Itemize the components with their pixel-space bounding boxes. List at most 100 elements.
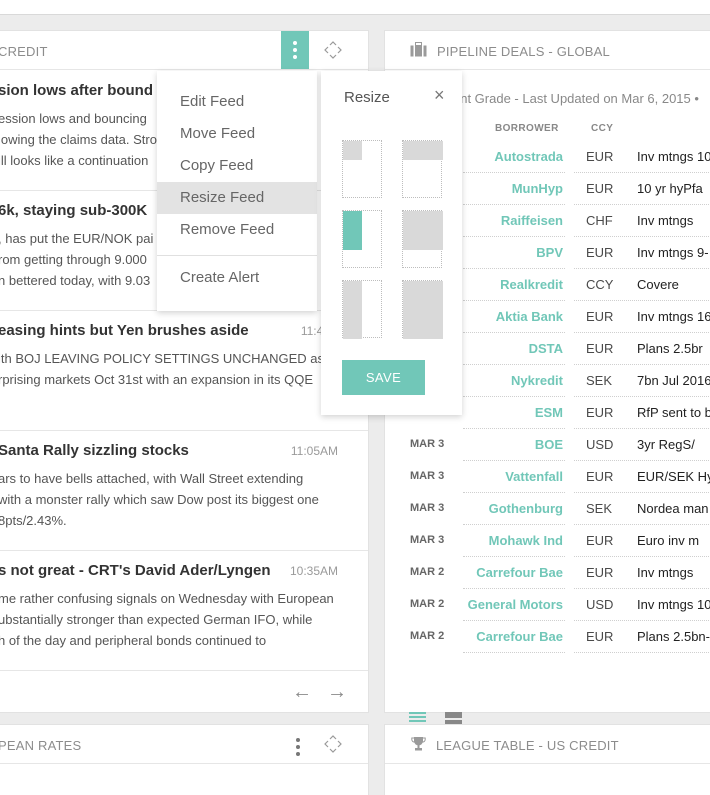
table-row[interactable]: MAR 3 Mohawk Ind EUR Euro inv m <box>385 525 710 557</box>
deal-currency: EUR <box>586 149 614 164</box>
borrower-link[interactable]: BOE <box>535 437 563 452</box>
borrower-column-header[interactable]: BORROWER <box>495 123 559 134</box>
deal-terms: Inv mtngs <box>637 213 694 228</box>
deal-terms: 10 yr hyPfa <box>637 181 703 196</box>
menu-item-label: Copy Feed <box>180 157 254 174</box>
news-snippet-line: me rather confusing signals on Wednesday… <box>0 591 334 606</box>
resize-popover: Resize × SAVE <box>321 71 462 415</box>
more-vertical-icon <box>293 41 297 62</box>
deal-terms: Inv mtngs <box>637 565 694 580</box>
news-snippet-line: rom getting through 9.000 <box>0 252 147 267</box>
pipeline-panel-title: PIPELINE DEALS - GLOBAL <box>437 44 610 59</box>
borrower-link[interactable]: Carrefour Bae <box>476 565 563 580</box>
resize-option-large-wide[interactable] <box>402 280 443 339</box>
news-snippet-line: 8pts/2.43%. <box>0 513 67 528</box>
borrower-link[interactable]: Vattenfall <box>505 469 563 484</box>
save-button[interactable]: SAVE <box>342 360 425 395</box>
table-row[interactable]: MAR 2 Carrefour Bae EUR Inv mtngs <box>385 557 710 589</box>
resize-option-medium-wide[interactable] <box>402 210 443 268</box>
trophy-icon <box>411 737 426 751</box>
league-panel-header: LEAGUE TABLE - US CREDIT <box>385 725 710 764</box>
resize-option-small-wide[interactable] <box>402 140 443 198</box>
news-snippet-line: , has put the EUR/NOK pai <box>0 231 154 246</box>
borrower-link[interactable]: DSTA <box>529 341 563 356</box>
deal-date: MAR 3 <box>410 502 445 514</box>
news-snippet-line: ession lows and bouncing <box>0 111 147 126</box>
borrower-link[interactable]: General Motors <box>468 597 563 612</box>
borrower-link[interactable]: Autostrada <box>494 149 563 164</box>
table-row[interactable]: MAR 3 BOE USD 3yr RegS/ <box>385 429 710 461</box>
borrower-link[interactable]: ESM <box>535 405 563 420</box>
menu-item-edit-feed[interactable]: Edit Feed <box>157 86 317 118</box>
borrower-link[interactable]: Carrefour Bae <box>476 629 563 644</box>
prev-page-arrow-icon[interactable]: ← <box>292 681 312 704</box>
deal-currency: SEK <box>586 501 613 516</box>
news-snippet-line: ars to have bells attached, with Wall St… <box>0 471 304 486</box>
table-row[interactable]: MAR 3 Vattenfall EUR EUR/SEK Hyb <box>385 461 710 493</box>
ccy-column-header[interactable]: CCY <box>591 123 613 134</box>
borrower-link[interactable]: Mohawk Ind <box>489 533 563 548</box>
news-snippet: ars to have bells attached, with Wall St… <box>0 468 319 531</box>
deal-currency: EUR <box>586 245 614 260</box>
compact-view-icon[interactable] <box>445 712 462 726</box>
credit-panel-title: CREDIT <box>0 44 48 59</box>
europe-panel-title: PEAN RATES <box>0 738 82 753</box>
news-headline: 6k, staying sub-300K <box>0 202 148 219</box>
menu-item-resize-feed[interactable]: Resize Feed <box>157 182 317 214</box>
news-headline: easing hints but Yen brushes aside <box>0 322 249 339</box>
list-view-icon[interactable] <box>409 712 426 726</box>
move-arrows-icon[interactable] <box>324 735 342 753</box>
news-time: 10:35AM <box>289 564 338 578</box>
deal-terms: 3yr RegS/ <box>637 437 695 452</box>
menu-item-move-feed[interactable]: Move Feed <box>157 118 317 150</box>
deal-currency: USD <box>586 597 614 612</box>
borrower-link[interactable]: MunHyp <box>512 181 563 196</box>
menu-item-copy-feed[interactable]: Copy Feed <box>157 150 317 182</box>
menu-item-label: Remove Feed <box>180 221 275 238</box>
menu-item-label: Edit Feed <box>180 93 245 110</box>
news-snippet: me rather confusing signals on Wednesday… <box>0 588 334 651</box>
news-item[interactable]: s not great - CRT's David Ader/Lyngen 10:… <box>0 550 368 671</box>
borrower-link[interactable]: Gothenburg <box>489 501 563 516</box>
resize-option-large-narrow[interactable] <box>342 280 382 339</box>
table-row[interactable]: MAR 2 Carrefour Bae EUR Plans 2.5bn- <box>385 621 710 653</box>
deal-currency: EUR <box>586 181 614 196</box>
menu-item-create-alert[interactable]: Create Alert <box>157 262 317 294</box>
deal-date: MAR 2 <box>410 566 445 578</box>
resize-title: Resize <box>344 89 390 106</box>
feed-menu-button[interactable] <box>281 31 309 69</box>
borrower-link[interactable]: Realkredit <box>500 277 563 292</box>
move-arrows-icon[interactable] <box>324 41 342 59</box>
deal-currency: USD <box>586 437 614 452</box>
more-vertical-icon[interactable] <box>296 738 300 759</box>
table-row[interactable]: MAR 2 General Motors USD Inv mtngs 10 <box>385 589 710 621</box>
deal-currency: EUR <box>586 629 614 644</box>
next-page-arrow-icon[interactable]: → <box>327 681 347 704</box>
deal-currency: EUR <box>586 341 614 356</box>
deal-terms: EUR/SEK Hyb <box>637 469 710 484</box>
borrower-link[interactable]: Aktia Bank <box>496 309 563 324</box>
news-headline: Santa Rally sizzling stocks <box>0 442 189 459</box>
news-headline: sion lows after bound at <box>0 82 171 99</box>
borrower-link[interactable]: Raiffeisen <box>501 213 563 228</box>
feed-context-menu: Edit Feed Move Feed Copy Feed Resize Feed Re… <box>157 71 317 311</box>
borrower-link[interactable]: BPV <box>536 245 563 260</box>
resize-option-medium-narrow[interactable] <box>342 210 382 268</box>
menu-item-remove-feed[interactable]: Remove Feed <box>157 214 317 246</box>
close-icon[interactable]: × <box>434 85 445 106</box>
deal-terms: Inv mtngs 10 <box>637 597 710 612</box>
borrower-link[interactable]: Nykredit <box>511 373 563 388</box>
news-item[interactable]: easing hints but Yen brushes aside 11:48A… <box>0 310 368 431</box>
news-snippet: , has put the EUR/NOK pai rom getting thr… <box>0 228 153 291</box>
menu-item-label: Create Alert <box>180 269 260 286</box>
news-snippet-line: h of the day and peripheral bonds contin… <box>0 633 267 648</box>
deal-currency: CHF <box>586 213 613 228</box>
credit-panel-header: CREDIT <box>0 31 368 70</box>
pipeline-panel-header: PIPELINE DEALS - GLOBAL <box>385 31 710 70</box>
news-headline: s not great - CRT's David Ader/Lyngen <box>0 562 271 579</box>
resize-option-small-narrow[interactable] <box>342 140 382 198</box>
deal-currency: EUR <box>586 405 614 420</box>
table-row[interactable]: MAR 3 Gothenburg SEK Nordea man <box>385 493 710 525</box>
news-item[interactable]: Santa Rally sizzling stocks 11:05AM ars to… <box>0 430 368 551</box>
deal-currency: EUR <box>586 469 614 484</box>
